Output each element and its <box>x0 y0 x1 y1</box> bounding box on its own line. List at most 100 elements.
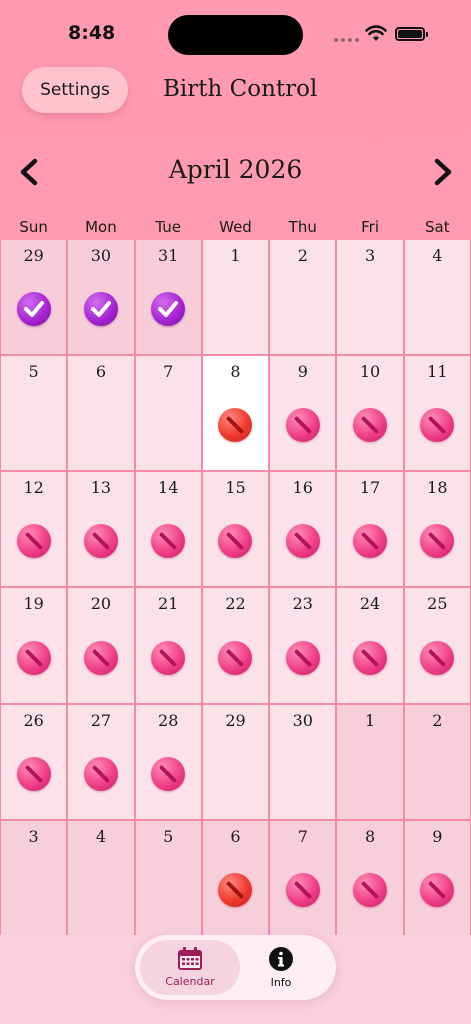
day-cell[interactable]: 13 <box>68 472 134 587</box>
day-number: 6 <box>230 826 241 846</box>
day-number: 18 <box>427 478 448 498</box>
day-number: 16 <box>292 478 313 498</box>
settings-button[interactable]: Settings <box>22 67 128 113</box>
day-cell[interactable]: 25 <box>404 588 470 703</box>
weekday-label: Fri <box>361 218 379 236</box>
day-cell[interactable]: 11 <box>404 356 470 471</box>
day-cell[interactable]: 3 <box>337 240 403 355</box>
calendar-grid: 29 30 31 1 2 3 4 5 6 7 8 9 10 11 12 13 14 15 16 17 18 19 20 21 2… <box>0 240 471 935</box>
day-cell[interactable]: 10 <box>337 356 403 471</box>
day-number: 3 <box>364 246 376 265</box>
day-cell[interactable]: 19 <box>1 588 67 703</box>
day-cell[interactable]: 12 <box>1 472 67 587</box>
day-cell[interactable]: 23 <box>270 588 336 703</box>
day-cell[interactable]: 18 <box>404 472 470 587</box>
pill-icon <box>83 640 118 675</box>
day-cell[interactable]: 29 <box>1 240 67 355</box>
pill-icon <box>420 640 455 675</box>
day-cell[interactable]: 5 <box>135 820 201 935</box>
info-icon <box>269 947 293 971</box>
day-cell[interactable]: 9 <box>270 356 336 471</box>
check-icon <box>151 292 186 327</box>
day-cell[interactable]: 3 <box>1 820 67 935</box>
day-cell[interactable]: 27 <box>68 704 134 819</box>
day-cell[interactable]: 17 <box>337 472 403 587</box>
month-navigator: April 2026 <box>0 145 471 195</box>
day-number: 30 <box>90 246 112 265</box>
app-title: Birth Control <box>163 76 318 102</box>
day-number: 14 <box>158 478 179 498</box>
day-cell[interactable]: 4 <box>68 820 134 935</box>
day-number: 15 <box>225 478 246 498</box>
day-number: 7 <box>163 362 174 382</box>
day-cell[interactable]: 22 <box>202 588 269 703</box>
day-number: 29 <box>23 246 44 265</box>
pill-icon <box>420 524 455 559</box>
day-number: 1 <box>230 246 241 265</box>
month-title: April 2026 <box>168 155 303 184</box>
day-number: 24 <box>359 594 381 614</box>
day-cell[interactable]: 30 <box>68 240 134 355</box>
day-number: 12 <box>23 478 44 498</box>
day-cell[interactable]: 1 <box>337 704 403 819</box>
chevron-right-icon[interactable] <box>430 157 456 187</box>
day-cell[interactable]: 7 <box>270 820 336 935</box>
day-cell[interactable]: 9 <box>404 820 470 935</box>
weekday-label: Mon <box>85 218 117 236</box>
tab-calendar-label: Calendar <box>165 975 215 988</box>
day-cell[interactable]: 16 <box>270 472 336 587</box>
pill-icon <box>353 872 388 907</box>
day-number: 27 <box>90 710 112 730</box>
day-cell[interactable]: 29 <box>202 704 269 819</box>
day-cell[interactable]: 5 <box>1 356 67 471</box>
day-number: 20 <box>90 594 112 614</box>
day-cell[interactable]: 26 <box>1 704 67 819</box>
day-cell[interactable]: 20 <box>68 588 134 703</box>
weekday-label: Wed <box>219 218 252 236</box>
day-cell[interactable]: 8 <box>337 820 403 935</box>
day-cell[interactable]: 30 <box>270 704 336 819</box>
day-cell[interactable]: 2 <box>270 240 336 355</box>
pill-icon <box>16 640 51 675</box>
pill-icon <box>285 640 320 675</box>
pill-icon <box>218 640 253 675</box>
tab-info[interactable]: Info <box>231 940 331 995</box>
day-number: 28 <box>158 710 179 730</box>
day-number: 25 <box>427 594 448 614</box>
status-time: 8:48 <box>68 22 116 44</box>
check-icon <box>16 292 51 327</box>
day-number: 30 <box>292 710 313 730</box>
day-cell[interactable]: 7 <box>135 356 201 471</box>
day-number: 6 <box>95 362 107 382</box>
pill-icon <box>151 524 186 559</box>
day-cell-today[interactable]: 8 <box>202 356 269 471</box>
day-number: 10 <box>359 362 381 382</box>
day-cell[interactable]: 1 <box>202 240 269 355</box>
day-cell[interactable]: 2 <box>404 704 470 819</box>
pill-icon <box>285 524 320 559</box>
pill-icon <box>285 408 320 443</box>
dynamic-island <box>168 15 303 55</box>
day-cell[interactable]: 28 <box>135 704 201 819</box>
day-number: 29 <box>225 710 246 730</box>
day-cell[interactable]: 21 <box>135 588 201 703</box>
day-number: 21 <box>158 594 179 614</box>
day-number: 3 <box>28 826 39 846</box>
day-cell[interactable]: 24 <box>337 588 403 703</box>
check-icon <box>83 292 118 327</box>
day-number: 5 <box>163 826 174 846</box>
day-cell[interactable]: 15 <box>202 472 269 587</box>
day-cell[interactable]: 6 <box>68 356 134 471</box>
day-cell[interactable]: 31 <box>135 240 201 355</box>
tab-calendar[interactable]: Calendar <box>140 940 240 995</box>
battery-icon <box>395 27 428 41</box>
day-number: 13 <box>90 478 112 498</box>
pill-red-icon <box>218 408 253 443</box>
weekday-label: Sun <box>19 218 48 236</box>
day-number: 7 <box>297 826 308 846</box>
day-number: 9 <box>297 362 308 382</box>
day-cell[interactable]: 6 <box>202 820 269 935</box>
day-number: 22 <box>225 594 246 614</box>
day-cell[interactable]: 14 <box>135 472 201 587</box>
day-cell[interactable]: 4 <box>404 240 470 355</box>
